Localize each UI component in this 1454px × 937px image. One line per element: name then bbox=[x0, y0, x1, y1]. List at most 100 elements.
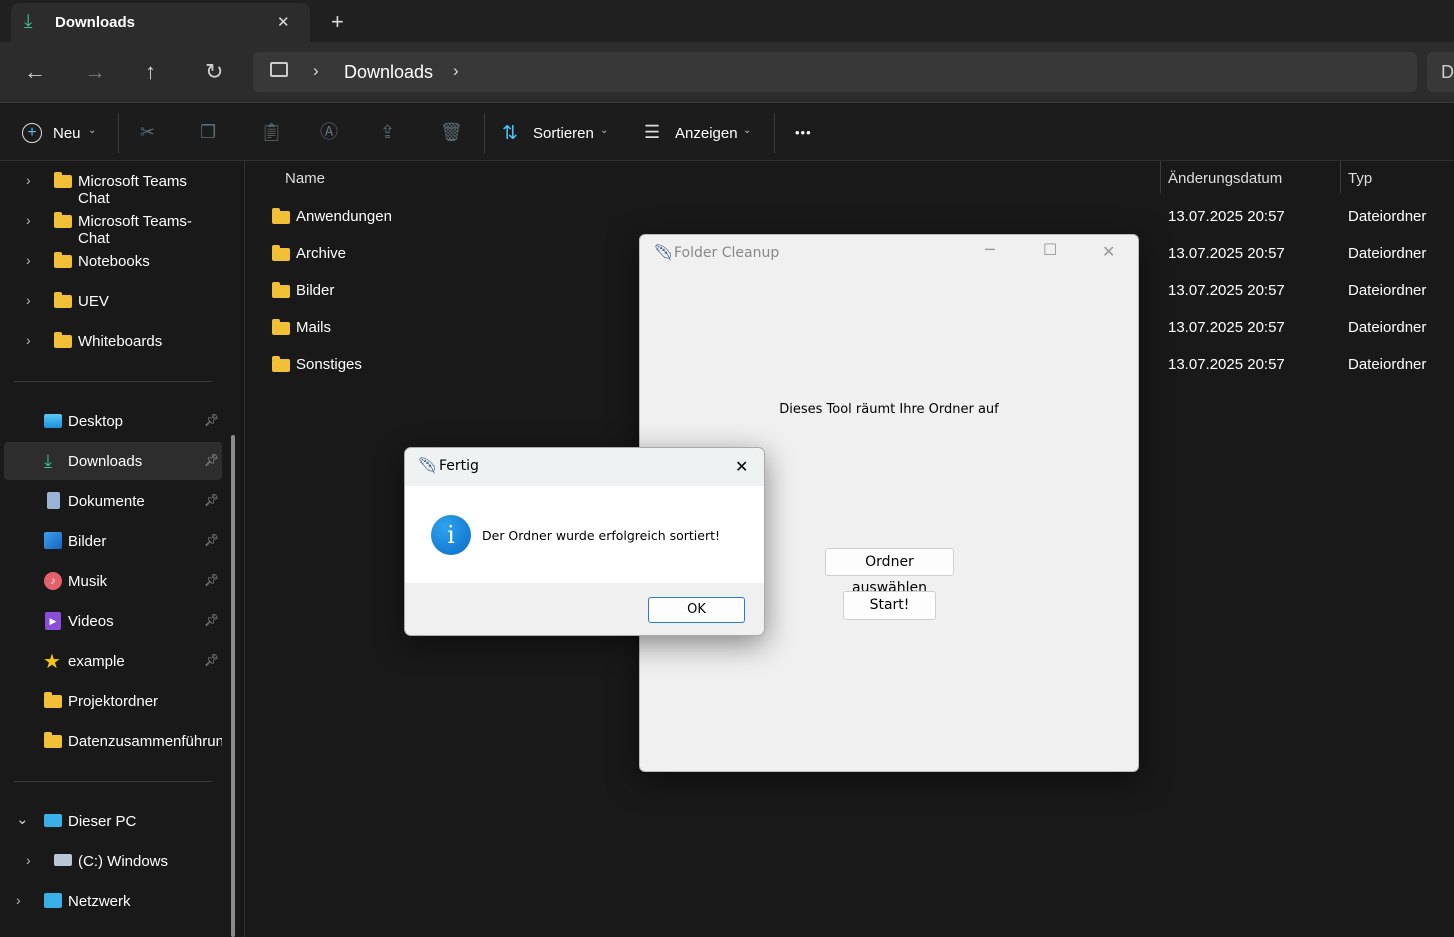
file-type: Dateiordner bbox=[1348, 319, 1427, 336]
share-icon[interactable]: ⇪ bbox=[380, 123, 395, 141]
sidebar-item-bilder[interactable]: Bilder 📌︎ bbox=[4, 522, 222, 560]
file-row[interactable]: Anwendungen 13.07.2025 20:57 Dateiordner bbox=[260, 199, 1454, 236]
sidebar-item-label: Musik bbox=[68, 573, 108, 590]
dialog-close-button[interactable]: ✕ bbox=[735, 457, 748, 476]
sidebar-item-dieser-pc[interactable]: ⌄ Dieser PC bbox=[4, 802, 222, 840]
computer-icon bbox=[270, 62, 288, 77]
refresh-icon[interactable]: ↻ bbox=[205, 61, 223, 83]
separator bbox=[484, 113, 485, 153]
divider bbox=[14, 781, 212, 782]
chevron-right-icon[interactable]: › bbox=[26, 212, 31, 228]
chevron-right-icon[interactable]: › bbox=[16, 892, 21, 908]
sidebar-item-uev[interactable]: › UEV bbox=[4, 282, 222, 320]
ok-button[interactable]: OK bbox=[648, 597, 745, 623]
pin-icon[interactable]: 📌︎ bbox=[204, 533, 219, 547]
start-button[interactable]: Start! bbox=[843, 591, 936, 620]
address-bar[interactable]: › Downloads › bbox=[253, 52, 1417, 92]
chevron-right-icon[interactable]: › bbox=[26, 252, 31, 268]
search-box[interactable]: D bbox=[1427, 52, 1454, 92]
close-button[interactable]: ✕ bbox=[1102, 242, 1115, 261]
sidebar-item-whiteboards[interactable]: › Whiteboards bbox=[4, 322, 222, 360]
chevron-right-icon[interactable]: › bbox=[26, 332, 31, 348]
copy-icon[interactable]: ❐ bbox=[200, 123, 216, 141]
sidebar-item-label: Downloads bbox=[68, 453, 143, 470]
sidebar-item-label: Whiteboards bbox=[78, 333, 163, 350]
desktop-icon bbox=[44, 414, 62, 428]
search-placeholder: D bbox=[1441, 62, 1454, 82]
folder-icon bbox=[272, 282, 290, 298]
up-icon[interactable]: ↑ bbox=[145, 61, 156, 83]
chevron-down-icon[interactable]: ⌄ bbox=[16, 810, 29, 828]
file-type: Dateiordner bbox=[1348, 356, 1427, 373]
view-label: Anzeigen bbox=[675, 125, 738, 142]
forward-icon[interactable]: → bbox=[84, 61, 106, 83]
choose-folder-button[interactable]: Ordner auswählen bbox=[825, 548, 954, 596]
sidebar-item-example[interactable]: ★ example 📌︎ bbox=[4, 642, 222, 680]
more-options-button[interactable]: ••• bbox=[795, 125, 812, 140]
divider bbox=[14, 381, 212, 382]
column-header-type[interactable]: Typ bbox=[1348, 170, 1372, 187]
chevron-right-icon[interactable]: › bbox=[26, 852, 31, 868]
column-divider[interactable] bbox=[1340, 161, 1341, 193]
window-title: Folder Cleanup bbox=[674, 245, 780, 261]
sort-button[interactable]: ⇅ Sortieren ⌄ bbox=[502, 123, 612, 145]
paste-icon[interactable]: 📋︎ bbox=[260, 123, 283, 141]
navigation-pane: › Microsoft Teams Chat › Microsoft Teams-C… bbox=[0, 161, 245, 937]
chevron-right-icon[interactable]: › bbox=[26, 172, 31, 188]
description-label: Dieses Tool räumt Ihre Ordner auf bbox=[779, 402, 999, 417]
delete-icon[interactable]: 🗑︎ bbox=[440, 123, 463, 141]
sidebar-item-dokumente[interactable]: Dokumente 📌︎ bbox=[4, 482, 222, 520]
pin-icon[interactable]: 📌︎ bbox=[204, 653, 219, 667]
chevron-right-icon[interactable]: › bbox=[313, 61, 319, 81]
maximize-button[interactable]: ☐ bbox=[1043, 240, 1057, 259]
drive-icon bbox=[54, 854, 72, 866]
file-type: Dateiordner bbox=[1348, 245, 1427, 262]
sidebar-scrollbar[interactable] bbox=[231, 435, 235, 937]
tab-downloads[interactable]: ⤓ Downloads ✕ bbox=[11, 3, 310, 43]
sidebar-item-musik[interactable]: ♪ Musik 📌︎ bbox=[4, 562, 222, 600]
folder-icon bbox=[272, 319, 290, 335]
sidebar-item-microsoft-teams-chat-2[interactable]: › Microsoft Teams-Chat bbox=[4, 202, 222, 247]
sidebar-item-microsoft-teams-chat[interactable]: › Microsoft Teams Chat bbox=[4, 162, 222, 207]
sidebar-item-label: Dokumente bbox=[68, 493, 145, 510]
pin-icon[interactable]: 📌︎ bbox=[204, 573, 219, 587]
pin-icon[interactable]: 📌︎ bbox=[204, 613, 219, 627]
folder-icon bbox=[54, 292, 72, 308]
sidebar-item-c-drive[interactable]: › (C:) Windows bbox=[4, 842, 222, 880]
tab-close-button[interactable]: ✕ bbox=[277, 13, 290, 31]
breadcrumb-downloads[interactable]: Downloads bbox=[344, 62, 433, 83]
computer-icon bbox=[44, 814, 62, 827]
cut-icon[interactable]: ✂ bbox=[140, 123, 155, 141]
back-icon[interactable]: ← bbox=[24, 61, 46, 83]
sidebar-item-label: Desktop bbox=[68, 413, 124, 430]
sidebar-item-videos[interactable]: ▶ Videos 📌︎ bbox=[4, 602, 222, 640]
separator bbox=[118, 113, 119, 153]
sidebar-item-downloads[interactable]: ⤓ Downloads 📌︎ bbox=[4, 442, 222, 480]
folder-icon bbox=[272, 208, 290, 224]
column-divider[interactable] bbox=[1160, 161, 1161, 193]
column-header-date[interactable]: Änderungsdatum bbox=[1168, 170, 1282, 187]
rename-icon[interactable]: Ⓐ bbox=[320, 123, 338, 141]
pin-icon[interactable]: 📌︎ bbox=[204, 453, 219, 467]
sidebar-item-projektordner[interactable]: Projektordner bbox=[4, 682, 222, 720]
sidebar-item-netzwerk[interactable]: › Netzwerk bbox=[4, 882, 222, 920]
sidebar-item-notebooks[interactable]: › Notebooks bbox=[4, 242, 222, 280]
file-type: Dateiordner bbox=[1348, 282, 1427, 299]
sidebar-item-label: Videos bbox=[68, 613, 114, 630]
pin-icon[interactable]: 📌︎ bbox=[204, 413, 219, 427]
view-button[interactable]: ☰ Anzeigen ⌄ bbox=[644, 122, 756, 145]
new-tab-button[interactable]: + bbox=[331, 9, 344, 35]
info-icon: i bbox=[431, 515, 471, 555]
videos-icon: ▶ bbox=[45, 612, 61, 630]
sidebar-item-desktop[interactable]: Desktop 📌︎ bbox=[4, 402, 222, 440]
command-bar: + Neu ⌄ ✂ ❐ 📋︎ Ⓐ ⇪ 🗑︎ ⇅ Sortieren ⌄ ☰ An… bbox=[0, 102, 1454, 161]
chevron-right-icon[interactable]: › bbox=[26, 292, 31, 308]
minimize-button[interactable]: ─ bbox=[985, 240, 995, 259]
sidebar-item-datenzusammenfuehrung[interactable]: Datenzusammenführun bbox=[4, 722, 222, 760]
column-header-name[interactable]: Name bbox=[285, 170, 325, 187]
file-name: Anwendungen bbox=[296, 208, 392, 225]
new-button[interactable]: + Neu ⌄ bbox=[22, 123, 112, 145]
pin-icon[interactable]: 📌︎ bbox=[204, 493, 219, 507]
music-icon: ♪ bbox=[44, 572, 62, 590]
chevron-right-icon[interactable]: › bbox=[453, 61, 459, 81]
